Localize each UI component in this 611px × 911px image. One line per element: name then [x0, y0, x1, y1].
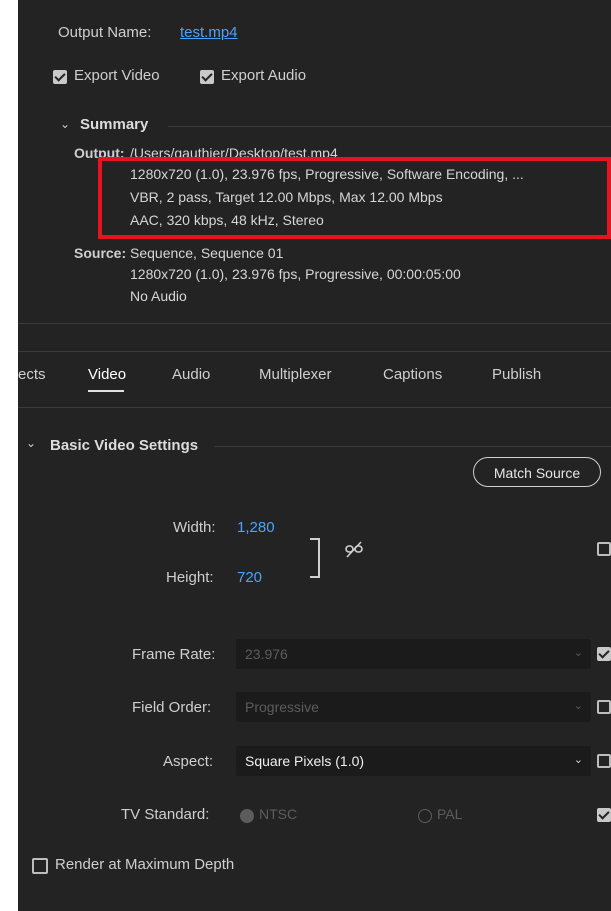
tab-captions[interactable]: Captions: [383, 366, 442, 383]
basic-video-title: Basic Video Settings: [50, 437, 199, 454]
tabs-top-divider: [18, 351, 611, 352]
tabs-bottom-divider: [18, 407, 611, 408]
tab-video[interactable]: Video: [88, 366, 126, 383]
resize-checkbox[interactable]: [597, 542, 611, 556]
aspect-match-checkbox[interactable]: [597, 754, 611, 768]
highlight-box: [98, 157, 611, 239]
summary-source-label: Source:: [74, 245, 127, 261]
field-order-select[interactable]: Progressive ⌄: [236, 692, 591, 722]
height-label: Height:: [166, 569, 214, 586]
match-source-button[interactable]: Match Source: [473, 457, 601, 487]
summary-title: Summary: [80, 116, 149, 133]
render-max-depth-label[interactable]: Render at Maximum Depth: [55, 856, 234, 873]
export-audio-checkbox[interactable]: [200, 70, 214, 84]
field-order-label: Field Order:: [132, 699, 212, 716]
ntsc-label: NTSC: [259, 806, 298, 822]
summary-source-line: No Audio: [130, 288, 187, 304]
tab-publish[interactable]: Publish: [492, 366, 541, 383]
summary-source-first: Sequence, Sequence 01: [130, 245, 284, 261]
tv-standard-label: TV Standard:: [121, 806, 210, 823]
frame-rate-select[interactable]: 23.976 ⌄: [236, 639, 591, 669]
aspect-select[interactable]: Square Pixels (1.0) ⌄: [236, 746, 591, 776]
aspect-label: Aspect:: [163, 753, 214, 770]
height-value[interactable]: 720: [237, 569, 262, 586]
frame-rate-match-checkbox[interactable]: [597, 647, 611, 661]
aspect-value: Square Pixels (1.0): [245, 753, 365, 769]
frame-rate-label: Frame Rate:: [132, 646, 216, 663]
tab-multiplexer[interactable]: Multiplexer: [259, 366, 332, 383]
width-label: Width:: [173, 519, 216, 536]
export-video-label[interactable]: Export Video: [74, 67, 160, 84]
output-name-link[interactable]: test.mp4: [180, 24, 238, 41]
frame-rate-value: 23.976: [245, 646, 288, 662]
field-order-match-checkbox[interactable]: [597, 700, 611, 714]
aspect-link-bracket: [310, 538, 320, 578]
field-order-value: Progressive: [245, 699, 319, 715]
section-divider: [18, 323, 611, 324]
basic-video-collapse-icon[interactable]: ⌄: [26, 436, 36, 450]
tab-audio[interactable]: Audio: [172, 366, 210, 383]
ntsc-radio[interactable]: [240, 809, 254, 823]
active-tab-indicator: [88, 390, 124, 392]
export-audio-label[interactable]: Export Audio: [221, 67, 306, 84]
chevron-down-icon: ⌄: [573, 700, 583, 712]
pal-radio[interactable]: [418, 809, 432, 823]
pal-label: PAL: [437, 806, 463, 822]
chevron-down-icon: ⌄: [573, 754, 583, 766]
export-video-checkbox[interactable]: [53, 70, 67, 84]
basic-video-divider: [214, 446, 611, 447]
summary-collapse-icon[interactable]: ⌄: [60, 117, 70, 131]
chevron-down-icon: ⌄: [573, 647, 583, 659]
constrain-proportions-icon[interactable]: [344, 540, 364, 560]
export-settings-panel: Output Name: test.mp4 Export Video Expor…: [18, 0, 611, 911]
summary-divider: [168, 126, 611, 127]
width-value[interactable]: 1,280: [237, 519, 275, 536]
tv-standard-match-checkbox[interactable]: [597, 808, 611, 822]
render-max-depth-checkbox[interactable]: [32, 858, 48, 874]
tab-effects[interactable]: ects: [18, 366, 46, 383]
summary-source-line: 1280x720 (1.0), 23.976 fps, Progressive,…: [130, 266, 461, 282]
output-name-label: Output Name:: [58, 24, 152, 41]
